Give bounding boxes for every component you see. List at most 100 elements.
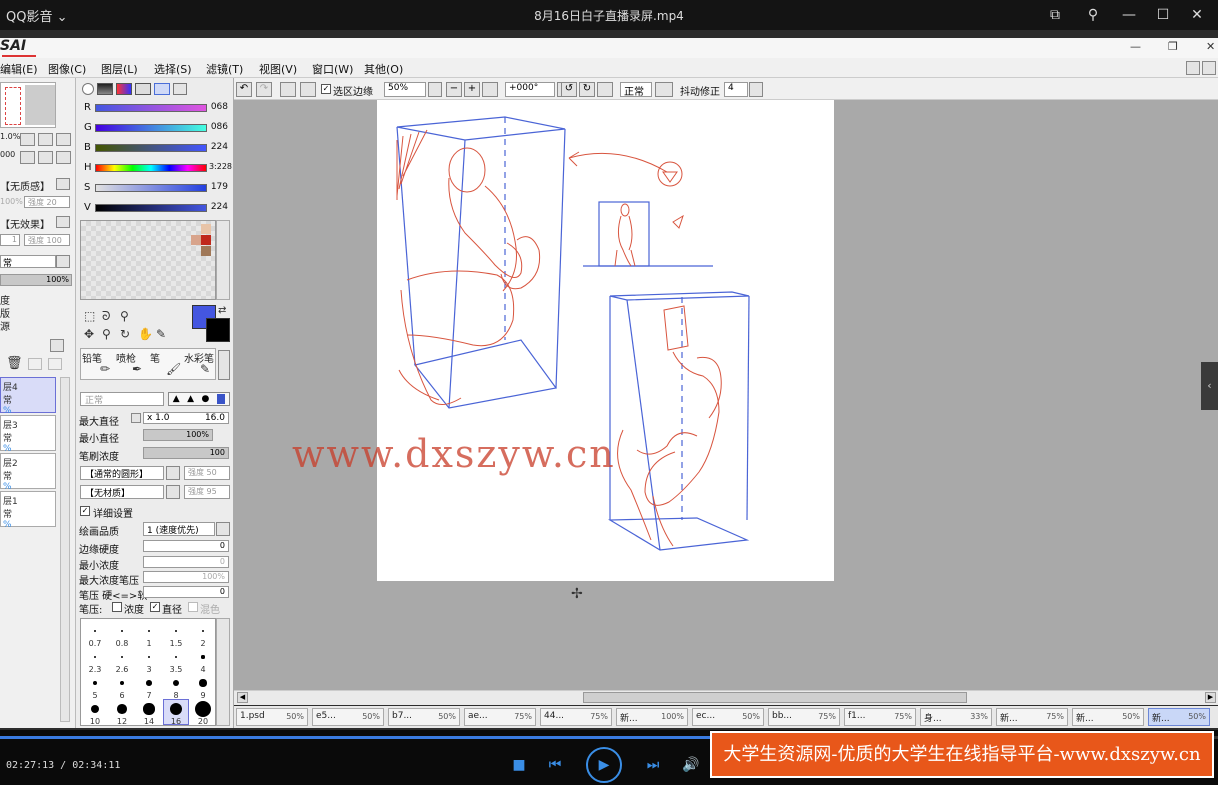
- min-size-slider[interactable]: 100%: [143, 429, 213, 441]
- navigator-preview[interactable]: [0, 82, 56, 128]
- paper-effect-select[interactable]: 【无效果】: [0, 216, 50, 231]
- trash-icon[interactable]: 🗑: [6, 356, 23, 371]
- secondary-color-swatch[interactable]: [206, 318, 230, 342]
- pressure-size-checkbox[interactable]: ✓: [150, 602, 160, 612]
- brush-size-dot[interactable]: [143, 703, 155, 715]
- v-slider[interactable]: [95, 204, 207, 212]
- previous-icon[interactable]: ⏮: [542, 752, 568, 778]
- next-icon[interactable]: ⏭: [640, 752, 666, 778]
- deselect-icon[interactable]: [280, 82, 296, 97]
- menu-select[interactable]: 选择(S): [154, 61, 192, 77]
- magic-wand-icon[interactable]: ⚲: [120, 309, 129, 323]
- tool-palette-scroll[interactable]: [218, 350, 230, 380]
- rotate-right-icon[interactable]: ↻: [579, 82, 595, 97]
- brush-icon[interactable]: 🖌: [166, 362, 181, 376]
- brush-size-dot[interactable]: [117, 704, 127, 714]
- brush-edge-shapes[interactable]: ▲ ▲ ● ■: [168, 392, 230, 406]
- document-tab[interactable]: 新... 50%: [1072, 708, 1144, 726]
- document-tab[interactable]: bb... 75%: [768, 708, 840, 726]
- document-tab[interactable]: 44... 75%: [540, 708, 612, 726]
- brush-size-scrollbar[interactable]: [216, 618, 230, 726]
- hsv-slider-icon[interactable]: [116, 83, 132, 95]
- brush-size-dot[interactable]: [91, 705, 99, 713]
- chevron-down-icon[interactable]: [56, 178, 70, 190]
- document-tab[interactable]: 新... 50%: [1148, 708, 1210, 726]
- layer-blend-mode-select[interactable]: 常: [0, 255, 56, 269]
- zoom-out-icon[interactable]: −: [446, 82, 462, 97]
- scroll-right-icon[interactable]: ▶: [1205, 692, 1216, 703]
- menu-layer[interactable]: 图层(L): [101, 61, 138, 77]
- maximize-icon[interactable]: ☐: [1152, 5, 1174, 25]
- panel-toggle-left-icon[interactable]: [1186, 61, 1200, 75]
- layer-item[interactable]: 层4 常%: [0, 377, 56, 416]
- r-slider[interactable]: [95, 104, 207, 112]
- swatch-grid-icon[interactable]: [154, 83, 170, 95]
- swap-colors-icon[interactable]: ⇄: [218, 305, 226, 316]
- document-tab[interactable]: f1... 75%: [844, 708, 916, 726]
- sai-close-icon[interactable]: ✕: [1206, 40, 1215, 53]
- paper-effect-width[interactable]: 1: [0, 234, 20, 246]
- scratchpad-icon[interactable]: [173, 83, 187, 95]
- zoom-in-icon[interactable]: [38, 133, 53, 146]
- zoom-select[interactable]: 50%: [384, 82, 426, 97]
- max-pressure-slider[interactable]: 100%: [143, 571, 229, 583]
- scroll-left-icon[interactable]: ◀: [237, 692, 248, 703]
- chevron-down-icon[interactable]: [428, 82, 442, 97]
- quality-select[interactable]: 1 (速度优先): [143, 522, 215, 536]
- chevron-down-icon[interactable]: [216, 522, 230, 536]
- sai-restore-icon[interactable]: ❐: [1168, 40, 1178, 53]
- document-tab[interactable]: 新... 100%: [616, 708, 688, 726]
- tool-pencil[interactable]: 铅笔: [82, 350, 102, 365]
- tool-brush[interactable]: 笔: [150, 350, 160, 365]
- h-slider[interactable]: [95, 164, 207, 172]
- layer-list-scrollbar[interactable]: [60, 377, 70, 722]
- brush-size-dot[interactable]: [195, 701, 211, 717]
- watercolor-icon[interactable]: ✎: [200, 362, 210, 376]
- s-slider[interactable]: [95, 184, 207, 192]
- brush-size-dot[interactable]: [175, 630, 177, 632]
- undo-icon[interactable]: ↶: [236, 82, 252, 97]
- layer-item[interactable]: 层1 常%: [0, 491, 56, 530]
- brush-size-dot[interactable]: [94, 656, 96, 658]
- min-density-slider[interactable]: 0: [143, 556, 229, 568]
- size-lock-icon[interactable]: [131, 413, 141, 423]
- rotate-left-icon[interactable]: ↺: [561, 82, 577, 97]
- brush-shape-strength[interactable]: 强度 50: [184, 466, 230, 480]
- brush-size-dot[interactable]: [199, 679, 207, 687]
- paper-texture-select[interactable]: 【无质感】: [0, 178, 50, 193]
- brush-size-dot[interactable]: [148, 630, 150, 632]
- brush-size-dot[interactable]: [121, 630, 123, 632]
- flip-icon[interactable]: [655, 82, 673, 97]
- rect-select-icon[interactable]: ⬚: [84, 309, 95, 323]
- max-size-input[interactable]: x 1.0 16.0: [143, 412, 229, 424]
- brush-size-dot[interactable]: [201, 655, 205, 659]
- brush-texture-select[interactable]: 【无材质】: [80, 485, 164, 499]
- angle-select[interactable]: +000°: [505, 82, 555, 97]
- document-tab[interactable]: b7... 50%: [388, 708, 460, 726]
- new-layer-icon[interactable]: [28, 358, 42, 370]
- menu-edit[interactable]: 编辑(E): [0, 61, 38, 77]
- brush-size-dot[interactable]: [93, 681, 97, 685]
- paper-texture-strength[interactable]: 强度 20: [24, 196, 70, 208]
- brush-size-dot[interactable]: [174, 655, 178, 659]
- zoom-out-icon[interactable]: [20, 133, 35, 146]
- stabilizer-select[interactable]: 4: [724, 82, 748, 97]
- volume-icon[interactable]: 🔊: [678, 752, 704, 778]
- detail-settings-checkbox[interactable]: ✓: [80, 506, 90, 516]
- eyedropper-icon[interactable]: ✎: [156, 327, 166, 341]
- zoom-in-icon[interactable]: +: [464, 82, 480, 97]
- menu-view[interactable]: 视图(V): [259, 61, 297, 77]
- brush-shape-select[interactable]: 【通常的圆形】: [80, 466, 164, 480]
- close-icon[interactable]: ✕: [1186, 5, 1208, 25]
- pin-icon[interactable]: ⚲: [1082, 5, 1104, 25]
- brush-size-dot[interactable]: [172, 679, 180, 687]
- document-tab[interactable]: 身... 33%: [920, 708, 992, 726]
- select-edge-checkbox[interactable]: ✓: [321, 84, 331, 94]
- brush-size-dot[interactable]: [147, 655, 151, 659]
- rotate-reset-icon[interactable]: [56, 151, 71, 164]
- lasso-icon[interactable]: ᘐ: [102, 309, 110, 324]
- sai-minimize-icon[interactable]: —: [1130, 40, 1141, 53]
- side-panel-toggle-icon[interactable]: ‹: [1201, 362, 1218, 410]
- brush-size-dot[interactable]: [119, 680, 125, 686]
- ad-banner[interactable]: 大学生资源网-优质的大学生在线指导平台-www.dxszyw.cn: [710, 731, 1214, 778]
